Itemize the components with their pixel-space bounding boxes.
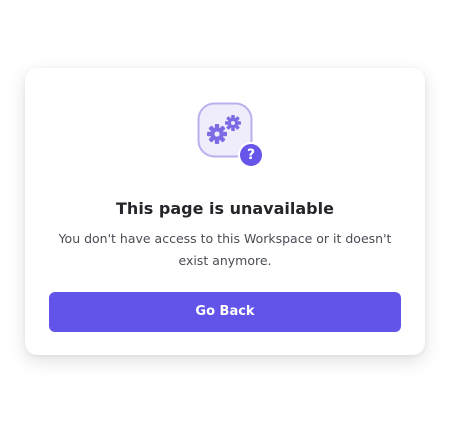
- page-title: This page is unavailable: [116, 199, 334, 218]
- unavailable-card: ? This page is unavailable You don't hav…: [25, 68, 425, 355]
- error-message: You don't have access to this Workspace …: [58, 231, 392, 268]
- question-mark-icon: ?: [238, 142, 264, 168]
- status-illustration: ?: [197, 102, 264, 168]
- go-back-button[interactable]: Go Back: [49, 292, 401, 332]
